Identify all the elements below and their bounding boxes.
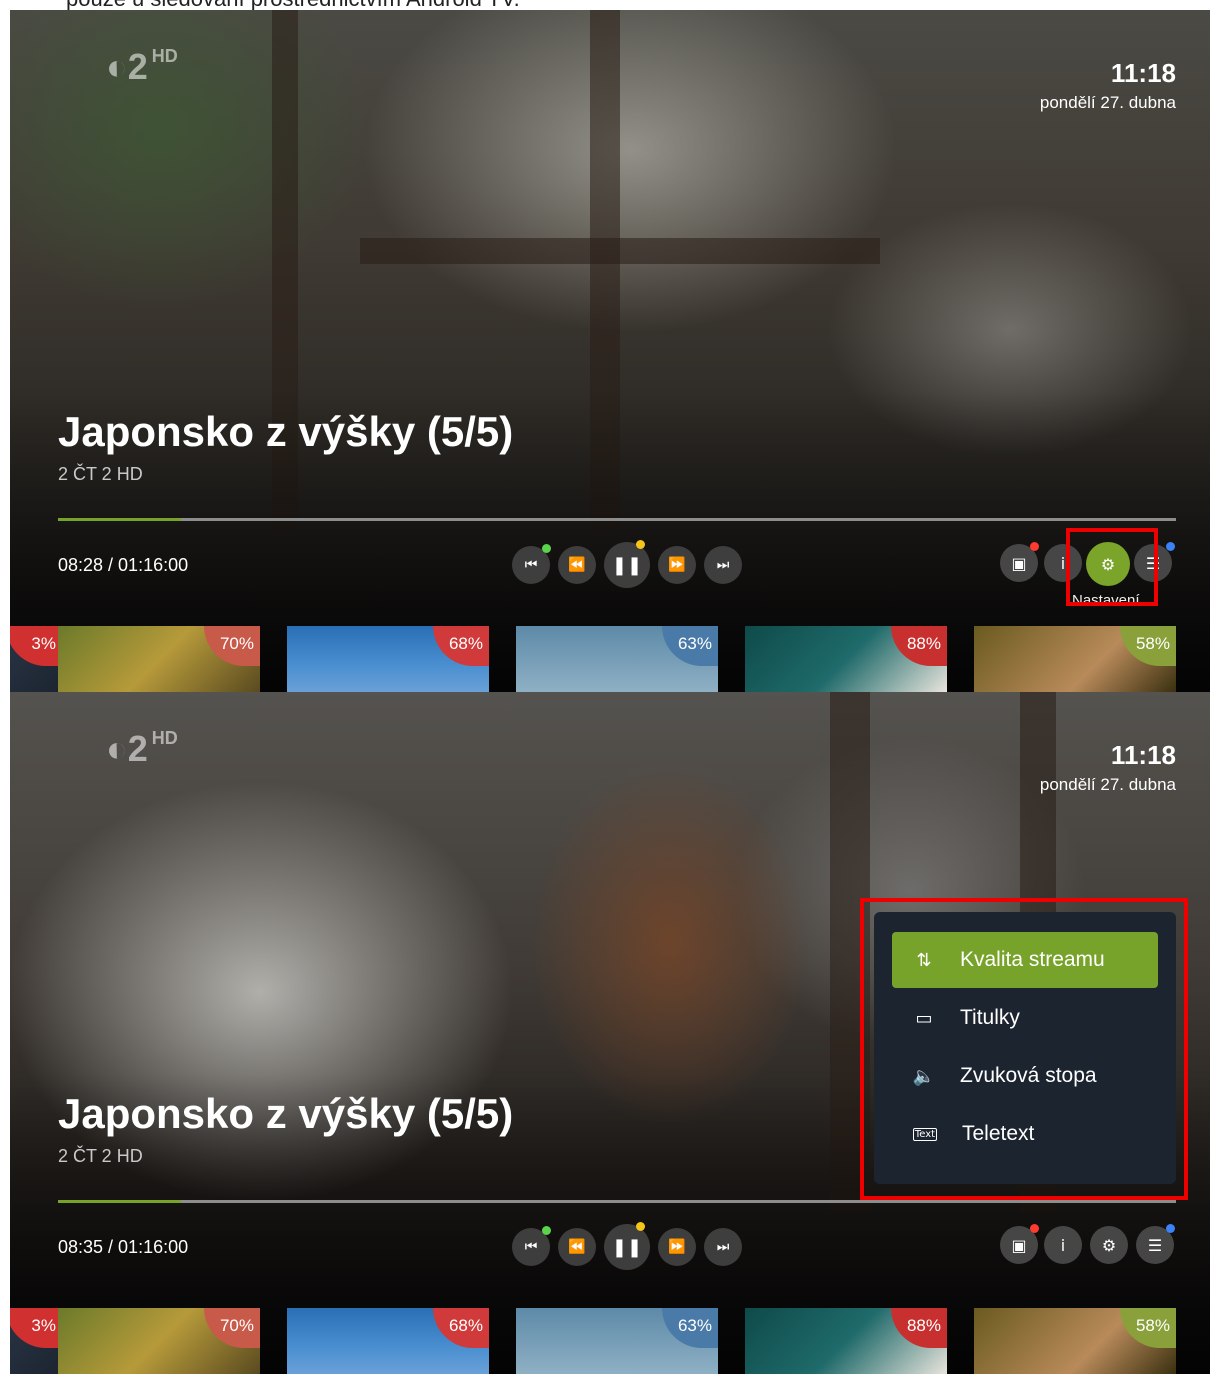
player-screen-1: ◐2 HD 11:18 pondělí 27. dubna Japonsko z … [10,10,1210,692]
green-key-indicator [542,544,551,553]
player-screen-2: ◐2 HD 11:18 pondělí 27. dubna Japonsko z … [10,692,1210,1374]
yellow-key-indicator [636,540,645,549]
fast-forward-icon: ⏩ [668,1239,686,1255]
rewind-button[interactable]: ⏪ [558,1228,596,1266]
clock: 11:18 pondělí 27. dubna [1040,58,1176,113]
fast-forward-icon: ⏩ [668,557,686,573]
settings-button[interactable]: ⚙ [1090,1226,1128,1264]
thumbnail[interactable]: 63% [516,626,718,692]
thumbnail[interactable]: 88% [745,626,947,692]
thumbnail[interactable]: 58% [974,1308,1176,1374]
thumbnail[interactable]: 3% [10,1308,62,1374]
rating-badge: 63% [662,1308,718,1348]
rating-badge: 63% [662,626,718,666]
thumbnail[interactable]: 68% [287,626,489,692]
thumbnail[interactable]: 68% [287,1308,489,1374]
timecode: 08:28 / 01:16:00 [58,555,189,575]
program-title: Japonsko z výšky (5/5) [58,1090,514,1137]
pause-button[interactable]: ❚❚ [604,1224,650,1270]
list-icon: ☰ [1147,1235,1163,1255]
channel-thumbnails: 3% 70% 68% 63% 88% 58% [10,1308,1210,1374]
clock-time: 11:18 [1110,58,1176,88]
rating-badge: 58% [1120,1308,1176,1348]
rating-badge: 70% [204,626,260,666]
program-title: Japonsko z výšky (5/5) [58,408,514,455]
video-detail [360,238,880,264]
rewind-icon: ⏪ [568,1239,586,1255]
channel-name: 2 ČT 2 HD [58,1146,143,1166]
skip-forward-icon: ⏭ [716,1239,730,1255]
highlight-box [1066,528,1158,606]
thumbnail[interactable]: 3% [10,626,62,692]
skip-forward-button[interactable]: ⏭ [704,1228,742,1266]
rating-badge: 58% [1120,626,1176,666]
highlight-box [860,898,1188,1200]
thumbnail[interactable]: 88% [745,1308,947,1374]
right-controls: ▣ i ⚙ ☰ [1000,1224,1176,1268]
blue-key-indicator [1166,1224,1175,1233]
gear-icon: ⚙ [1101,1235,1117,1255]
yellow-key-indicator [636,1222,645,1231]
blue-key-indicator [1166,542,1175,551]
thumbnail[interactable]: 58% [974,626,1176,692]
timecode: 08:35 / 01:16:00 [58,1237,189,1257]
playback-controls: ⏮ ⏪ ❚❚ ⏩ ⏭ [502,1222,742,1270]
info-icon: i [1060,553,1066,573]
progress-bar[interactable] [58,518,1176,521]
skip-back-icon: ⏮ [524,557,538,573]
clock-date: pondělí 27. dubna [1039,775,1176,794]
skip-back-icon: ⏮ [524,1239,538,1255]
pause-button[interactable]: ❚❚ [604,542,650,588]
record-icon: ▣ [1011,1235,1027,1255]
red-key-indicator [1030,542,1039,551]
rating-badge: 3% [10,626,62,666]
progress-bar[interactable] [58,1200,1176,1203]
pause-icon: ❚❚ [611,554,643,576]
channel-thumbnails: 3% 70% 68% 63% 88% 58% [10,626,1210,692]
clock-date: pondělí 27. dubna [1039,93,1176,112]
rating-badge: 3% [10,1308,62,1348]
rating-badge: 88% [891,626,947,666]
channel-logo: ◐2 HD [106,728,178,769]
fast-forward-button[interactable]: ⏩ [658,1228,696,1266]
channel-name: 2 ČT 2 HD [58,464,143,484]
thumbnail[interactable]: 63% [516,1308,718,1374]
info-button[interactable]: i [1044,1226,1082,1264]
progress-fill [58,518,181,521]
rating-badge: 68% [433,626,489,666]
red-key-indicator [1030,1224,1039,1233]
rating-badge: 70% [204,1308,260,1348]
record-icon: ▣ [1011,553,1027,573]
clock-time: 11:18 [1110,740,1176,770]
fast-forward-button[interactable]: ⏩ [658,546,696,584]
skip-forward-button[interactable]: ⏭ [704,546,742,584]
thumbnail[interactable]: 70% [58,626,260,692]
progress-fill [58,1200,181,1203]
clock: 11:18 pondělí 27. dubna [1040,740,1176,795]
rewind-button[interactable]: ⏪ [558,546,596,584]
rewind-icon: ⏪ [568,557,586,573]
info-icon: i [1060,1235,1066,1255]
pause-icon: ❚❚ [611,1236,643,1258]
green-key-indicator [542,1226,551,1235]
playback-controls: ⏮ ⏪ ❚❚ ⏩ ⏭ [502,540,742,588]
channel-logo: ◐2 HD [106,46,178,87]
rating-badge: 68% [433,1308,489,1348]
thumbnail[interactable]: 70% [58,1308,260,1374]
rating-badge: 88% [891,1308,947,1348]
skip-forward-icon: ⏭ [716,557,730,573]
